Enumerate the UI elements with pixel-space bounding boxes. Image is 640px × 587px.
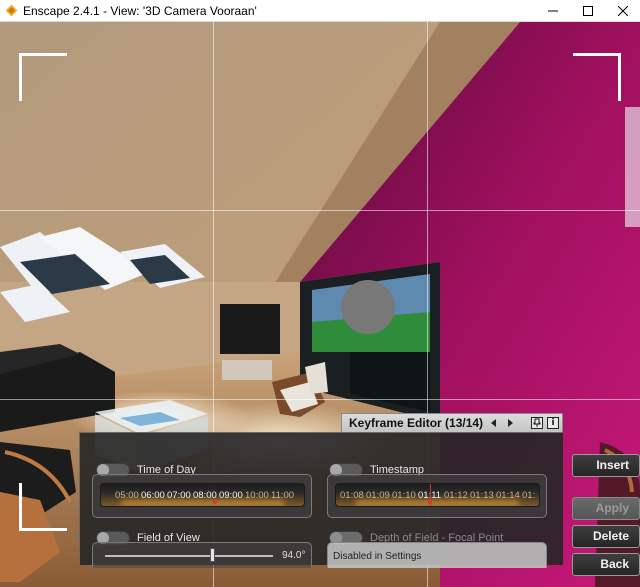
timestamp-marker: [428, 500, 432, 504]
field-of-view-slider[interactable]: [105, 555, 273, 557]
window-title-bar[interactable]: Enscape 2.4.1 - View: '3D Camera Vooraan…: [0, 0, 640, 22]
time-tick: 09:00: [219, 490, 243, 501]
grid-line-horizontal-2: [0, 399, 640, 400]
time-tick: 05:00: [115, 490, 139, 501]
depth-of-field-group: Disabled in Settings: [327, 542, 547, 568]
pin-editor-icon[interactable]: [531, 417, 543, 429]
next-keyframe-icon[interactable]: [504, 417, 516, 429]
close-icon: [618, 6, 628, 16]
time-of-day-marker: [213, 500, 217, 504]
time-of-day-group: 05:00 06:00 07:00 08:00 09:00 10:00 11:0…: [92, 474, 312, 518]
frame-corner-top-left: [19, 53, 67, 101]
keyframe-editor-header: Keyframe Editor (13/14) i: [341, 413, 563, 432]
depth-of-field-status: Disabled in Settings: [333, 551, 422, 562]
timestamp-tick: 01:09: [366, 490, 390, 501]
maximize-icon: [583, 6, 593, 16]
time-of-day-ruler[interactable]: 05:00 06:00 07:00 08:00 09:00 10:00 11:0…: [100, 483, 305, 507]
maximize-button[interactable]: [571, 0, 605, 22]
timestamp-tick: 01:12: [444, 490, 468, 501]
minimize-icon: [548, 10, 558, 12]
timestamp-tick: 01:13: [470, 490, 494, 501]
frame-corner-top-right: [573, 53, 621, 101]
back-button[interactable]: Back: [572, 553, 640, 576]
keyframe-editor-panel: Time of Day 05:00 06:00 07:00 08:00 09:0…: [79, 432, 563, 568]
info-icon[interactable]: i: [547, 417, 559, 429]
insert-keyframe-button[interactable]: Insert: [572, 454, 640, 477]
timestamp-ruler[interactable]: 01:08 01:09 01:10 01:11 01:12 01:13 01:1…: [335, 483, 540, 507]
timestamp-tick: 01:10: [392, 490, 416, 501]
field-of-view-slider-thumb[interactable]: [210, 548, 215, 562]
timestamp-tick: 01:14: [496, 490, 520, 501]
timestamp-tick: 01:: [522, 490, 536, 501]
previous-keyframe-icon[interactable]: [488, 417, 500, 429]
enscape-logo-icon: [5, 4, 18, 17]
time-tick: 07:00: [167, 490, 191, 501]
grid-line-horizontal-1: [0, 210, 640, 211]
field-of-view-value: 94.0°: [282, 550, 306, 561]
window-title: Enscape 2.4.1 - View: '3D Camera Vooraan…: [23, 4, 257, 18]
apply-keyframe-button: Apply: [572, 497, 640, 520]
minimize-button[interactable]: [536, 0, 570, 22]
time-tick: 11:00: [271, 490, 295, 501]
time-tick: 06:00: [141, 490, 165, 501]
timestamp-tick: 01:08: [340, 490, 364, 501]
field-of-view-group: 94.0°: [92, 542, 312, 568]
close-button[interactable]: [606, 0, 640, 22]
time-tick: 10:00: [245, 490, 269, 501]
frame-corner-bottom-left: [19, 483, 67, 531]
timestamp-group: 01:08 01:09 01:10 01:11 01:12 01:13 01:1…: [327, 474, 547, 518]
delete-keyframe-button[interactable]: Delete: [572, 525, 640, 548]
pin-icon: [533, 418, 541, 427]
keyframe-editor-title: Keyframe Editor (13/14): [349, 416, 484, 430]
